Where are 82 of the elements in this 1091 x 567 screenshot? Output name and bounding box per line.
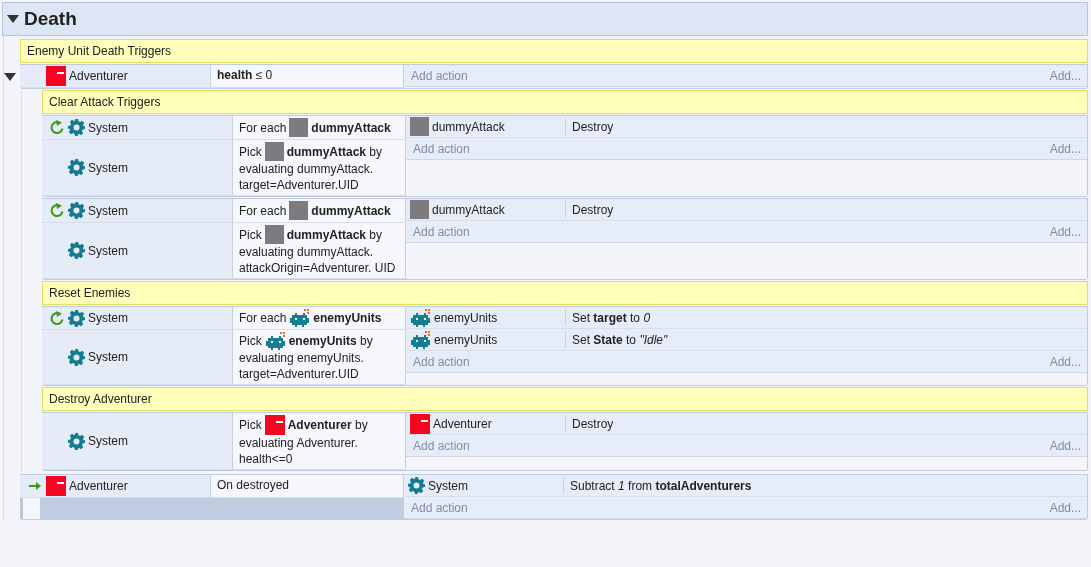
gear-icon <box>68 242 85 259</box>
condition-object[interactable]: System <box>42 116 233 139</box>
object-name: enemyUnits <box>434 332 498 347</box>
action-text[interactable]: Destroy <box>566 199 1087 220</box>
object-name: System <box>88 160 128 175</box>
gear-icon <box>68 159 85 176</box>
comment[interactable]: Clear Attack Triggers <box>42 90 1088 114</box>
square-icon <box>289 201 309 220</box>
condition-object[interactable]: Adventurer <box>20 475 211 497</box>
condition-text: Pick <box>239 417 262 433</box>
condition-text: Pick <box>239 226 262 243</box>
condition-object[interactable]: System <box>42 223 233 278</box>
condition-text: enemyUnits <box>313 310 382 326</box>
condition-text: dummyAttack by <box>286 143 383 160</box>
condition-object[interactable]: System <box>42 140 233 195</box>
invader-icon <box>410 330 431 349</box>
comment[interactable]: Destroy Adventurer <box>42 387 1088 411</box>
square-icon <box>264 225 284 244</box>
invader-icon <box>264 332 286 350</box>
condition-object[interactable]: System <box>42 307 233 329</box>
object-name: Adventurer <box>69 479 128 493</box>
square-icon <box>289 118 309 137</box>
invader-icon <box>289 309 311 327</box>
object-name: System <box>88 243 128 258</box>
action-object[interactable]: System <box>404 477 564 494</box>
gear-icon <box>408 477 425 494</box>
condition-text: dummyAttack by <box>286 226 383 243</box>
action-object[interactable]: enemyUnits <box>406 331 566 348</box>
action-text[interactable]: Set target to 0 <box>566 307 1087 328</box>
object-name: System <box>88 434 128 448</box>
condition-text: Adventurer by <box>287 417 368 433</box>
caret-icon[interactable] <box>7 13 19 25</box>
gear-icon <box>68 309 85 327</box>
gear-icon <box>68 202 85 219</box>
object-name: dummyAttack <box>432 119 505 134</box>
action-object[interactable]: dummyAttack <box>406 118 566 135</box>
condition-text: For each <box>239 202 287 219</box>
condition-text: dummyAttack <box>311 202 391 219</box>
action-text[interactable]: Set State to "Idle" <box>566 329 1087 350</box>
object-name: enemyUnits <box>434 310 498 325</box>
condition-object[interactable]: Adventurer <box>20 65 211 87</box>
object-name: System <box>88 311 128 325</box>
object-name: Adventurer <box>433 416 492 431</box>
action-text[interactable]: Destroy <box>566 116 1087 137</box>
condition-text: evaluating Adventurer. health<=0 <box>239 435 359 467</box>
condition-text: For each <box>239 119 287 136</box>
object-name: System <box>88 350 128 364</box>
object-name: System <box>428 478 468 493</box>
action-object[interactable]: Adventurer <box>406 415 566 432</box>
gear-icon <box>68 432 85 450</box>
square-icon <box>264 142 284 161</box>
square-icon <box>410 117 429 136</box>
object-name: dummyAttack <box>432 202 505 217</box>
condition-text: For each <box>239 310 287 326</box>
action-object[interactable]: dummyAttack <box>406 201 566 218</box>
condition-text: On destroyed <box>217 477 290 493</box>
condition-object[interactable]: System <box>42 413 233 469</box>
gear-icon <box>68 348 85 366</box>
object-name: System <box>88 120 128 135</box>
condition-text: evaluating enemyUnits. target=Adventurer.UID <box>239 350 365 382</box>
condition-text: health ≤ 0 <box>217 67 273 83</box>
condition-text: evaluating dummyAttack. attackOrigin=Adventurer. UID <box>239 244 397 276</box>
condition-text: Pick <box>239 333 262 349</box>
condition-text: dummyAttack <box>311 119 391 136</box>
comment[interactable]: Enemy Unit Death Triggers <box>20 39 1088 63</box>
condition-text: enemyUnits by <box>288 333 373 349</box>
caret-icon[interactable] <box>4 71 16 83</box>
condition-object[interactable]: System <box>42 330 233 384</box>
group-title: Death <box>24 8 77 30</box>
object-name: Adventurer <box>69 69 128 83</box>
comment[interactable]: Reset Enemies <box>42 281 1088 305</box>
object-name: System <box>88 203 128 218</box>
square-icon <box>410 200 429 219</box>
action-object[interactable]: enemyUnits <box>406 309 566 326</box>
group-header[interactable]: Death <box>2 2 1088 36</box>
condition-text: evaluating dummyAttack. target=Adventurer.UID <box>239 161 375 193</box>
condition-text: Pick <box>239 143 262 160</box>
action-text[interactable]: Destroy <box>566 413 1087 434</box>
condition-object[interactable]: System <box>42 199 233 222</box>
invader-icon <box>410 308 431 327</box>
gear-icon <box>68 119 85 136</box>
action-text[interactable]: Subtract 1 from totalAdventurers <box>564 475 1087 496</box>
